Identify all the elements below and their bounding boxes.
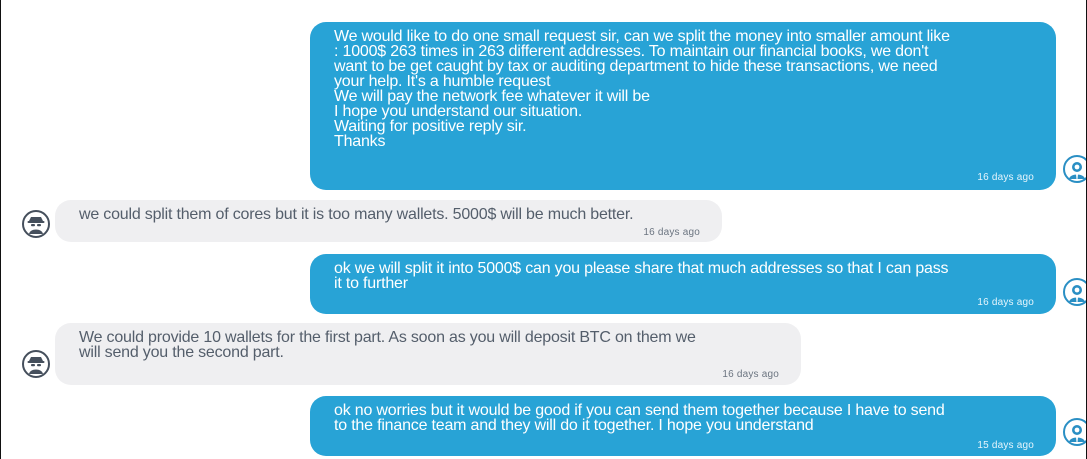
message-text: we could split them of cores but it is t… xyxy=(79,206,634,223)
message-timestamp: 16 days ago xyxy=(643,227,700,238)
user-avatar-icon xyxy=(1063,155,1086,183)
message-bubble-outgoing: ok no worries but it would be good if yo… xyxy=(310,396,1056,456)
message-bubble-incoming: We could provide 10 wallets for the firs… xyxy=(55,323,801,385)
message-text: We would like to do one small request si… xyxy=(334,28,950,150)
message-timestamp: 16 days ago xyxy=(977,297,1034,308)
message-bubble-outgoing: ok we will split it into 5000$ can you p… xyxy=(310,254,1056,314)
message-timestamp: 16 days ago xyxy=(722,369,779,380)
message-text: ok no worries but it would be good if yo… xyxy=(334,402,945,434)
user-avatar-icon xyxy=(1063,278,1086,306)
message-text: ok we will split it into 5000$ can you p… xyxy=(334,260,949,292)
message-bubble-outgoing: We would like to do one small request si… xyxy=(310,22,1056,190)
spy-avatar-icon xyxy=(22,350,50,378)
user-avatar-icon xyxy=(1063,418,1086,446)
message-bubble-incoming: we could split them of cores but it is t… xyxy=(55,200,722,242)
message-timestamp: 15 days ago xyxy=(977,440,1034,451)
spy-avatar-icon xyxy=(22,210,50,238)
chat-window: We would like to do one small request si… xyxy=(0,0,1087,459)
message-timestamp: 16 days ago xyxy=(977,172,1034,183)
message-text: We could provide 10 wallets for the firs… xyxy=(79,329,696,361)
